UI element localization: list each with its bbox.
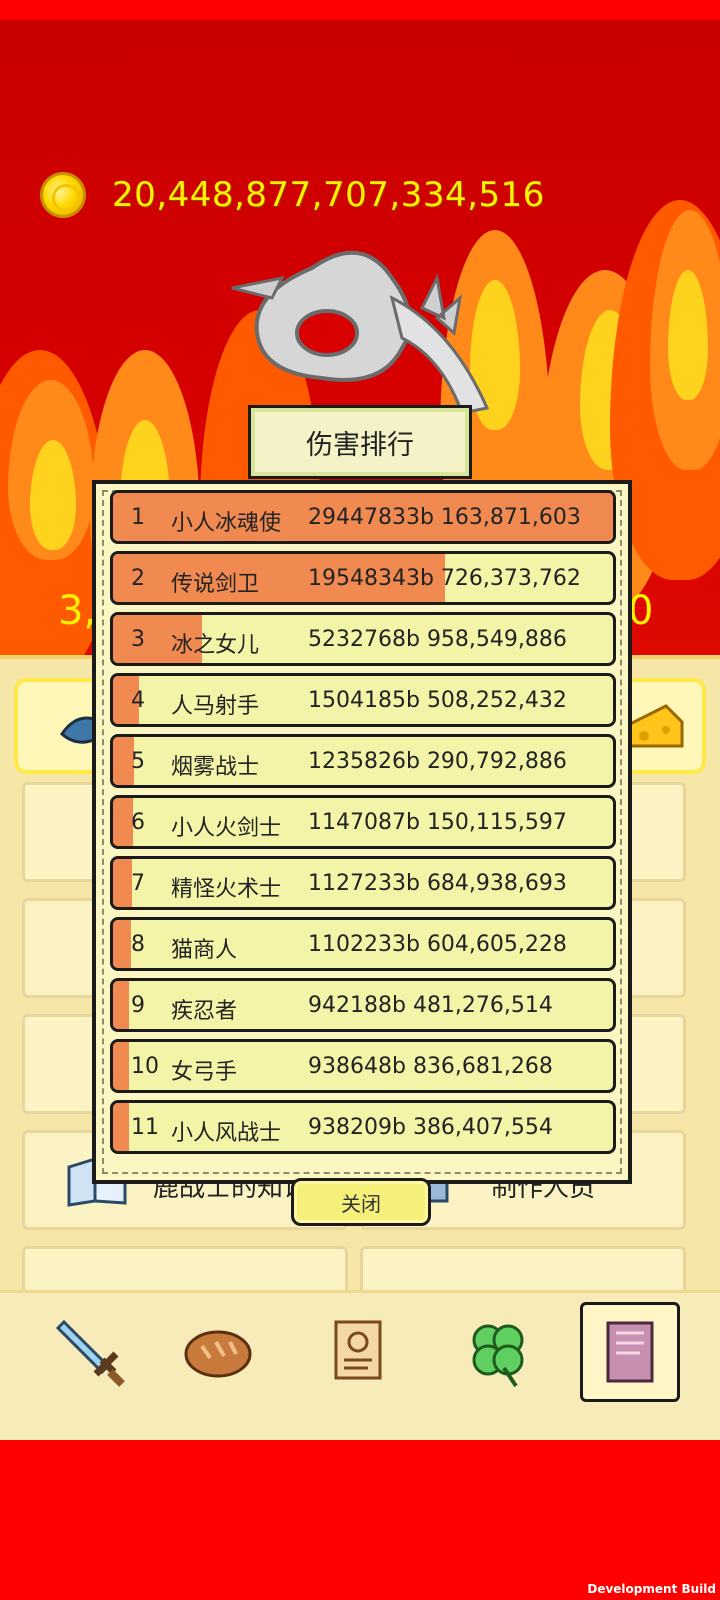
damage-value: 5232768b 958,549,886	[308, 627, 567, 652]
hero-name: 女弓手	[171, 1060, 238, 1085]
damage-share-bar	[113, 1042, 129, 1090]
hero-name: 传说剑卫	[171, 572, 260, 597]
rank-number: 7	[131, 871, 145, 896]
damage-value: 1127233b 684,938,693	[308, 871, 567, 896]
clover-icon	[472, 1324, 524, 1388]
ranking-row[interactable]: 5 烟雾战士 1235826b 290,792,886	[110, 734, 616, 788]
scroll-icon	[334, 1320, 382, 1380]
hero-name: 烟雾战士	[171, 755, 260, 780]
hero-name: 小人冰魂使	[171, 511, 282, 536]
ranking-row[interactable]: 11 小人风战士 938209b 386,407,554	[110, 1100, 616, 1154]
coin-amount: 20,448,877,707,334,516	[112, 175, 545, 215]
damage-value: 1147087b 150,115,597	[308, 810, 567, 835]
nav-tab-menu[interactable]	[580, 1302, 680, 1402]
hero-name: 人马射手	[171, 694, 260, 719]
hero-name: 冰之女儿	[171, 633, 260, 658]
damage-share-bar	[113, 1103, 129, 1151]
rank-number: 2	[131, 566, 145, 591]
hero-name: 疾忍者	[171, 999, 238, 1024]
rank-number: 3	[131, 627, 145, 652]
nav-tab-luck[interactable]	[448, 1302, 548, 1402]
ranking-row[interactable]: 3 冰之女儿 5232768b 958,549,886	[110, 612, 616, 666]
hero-name: 小人火剑士	[171, 816, 282, 841]
ranking-title: 伤害排行	[306, 429, 414, 461]
rank-number: 4	[131, 688, 145, 713]
hero-name: 小人风战士	[171, 1121, 282, 1146]
rank-number: 10	[131, 1054, 159, 1079]
damage-ranking-panel: 1 小人冰魂使 29447833b 163,871,603 2 传说剑卫 19548343…	[92, 480, 632, 1184]
development-build-label: Development Build	[587, 1582, 716, 1596]
rank-number: 1	[131, 505, 145, 530]
ranking-row[interactable]: 8 猫商人 1102233b 604,605,228	[110, 917, 616, 971]
gold-coin-icon	[40, 172, 86, 218]
damage-value: 1504185b 508,252,432	[308, 688, 567, 713]
damage-value: 1235826b 290,792,886	[308, 749, 567, 774]
coin-balance: 20,448,877,707,334,516	[40, 172, 545, 218]
dragon-boss-image[interactable]	[222, 238, 502, 428]
ranking-row[interactable]: 7 精怪火术士 1127233b 684,938,693	[110, 856, 616, 910]
rank-number: 8	[131, 932, 145, 957]
hero-name: 精怪火术士	[171, 877, 282, 902]
damage-value: 942188b 481,276,514	[308, 993, 553, 1018]
rank-number: 6	[131, 810, 145, 835]
nav-tab-equipment[interactable]	[40, 1302, 140, 1402]
rank-number: 9	[131, 993, 145, 1018]
damage-share-bar	[113, 859, 132, 907]
damage-share-bar	[113, 798, 133, 846]
damage-share-bar	[113, 920, 132, 968]
boss-counter-start: 3,	[58, 588, 97, 634]
ranking-row[interactable]: 10 女弓手 938648b 836,681,268	[110, 1039, 616, 1093]
ranking-row[interactable]: 1 小人冰魂使 29447833b 163,871,603	[110, 490, 616, 544]
ranking-row[interactable]: 2 传说剑卫 19548343b 726,373,762	[110, 551, 616, 605]
nav-tab-scroll[interactable]	[308, 1302, 408, 1402]
ranking-title-box: 伤害排行	[248, 405, 472, 479]
bread-icon	[184, 1330, 252, 1378]
damage-value: 938648b 836,681,268	[308, 1054, 553, 1079]
nav-tab-food[interactable]	[168, 1302, 268, 1402]
hero-name: 猫商人	[171, 938, 238, 963]
damage-value: 938209b 386,407,554	[308, 1115, 553, 1140]
book-icon	[606, 1321, 654, 1383]
rank-number: 11	[131, 1115, 159, 1140]
damage-share-bar	[113, 981, 129, 1029]
damage-value: 19548343b 726,373,762	[308, 566, 581, 591]
sword-icon	[55, 1319, 125, 1387]
damage-value: 29447833b 163,871,603	[308, 505, 581, 530]
ranking-row[interactable]: 4 人马射手 1504185b 508,252,432	[110, 673, 616, 727]
damage-value: 1102233b 604,605,228	[308, 932, 567, 957]
rank-number: 5	[131, 749, 145, 774]
close-button[interactable]: 关闭	[291, 1178, 431, 1226]
ranking-row[interactable]: 9 疾忍者 942188b 481,276,514	[110, 978, 616, 1032]
ranking-row[interactable]: 6 小人火剑士 1147087b 150,115,597	[110, 795, 616, 849]
